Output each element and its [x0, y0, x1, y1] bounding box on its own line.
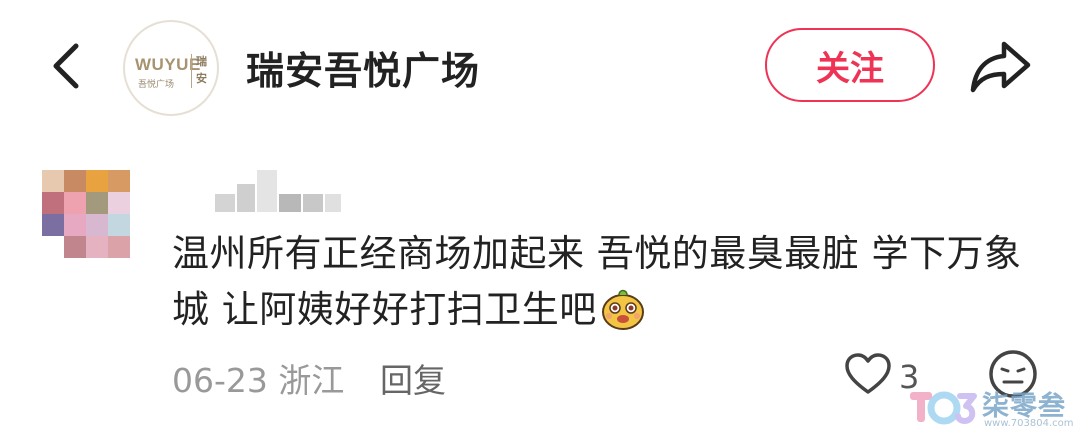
watermark-url: www.703804.com	[984, 418, 1074, 429]
comment-body: 温州所有正经商场加起来 吾悦的最臭最脏 学下万象城 让阿姨好好打扫卫生吧	[172, 232, 1022, 331]
logo-city-text: 瑞安	[196, 55, 207, 85]
heart-icon[interactable]	[844, 352, 892, 396]
logo-sub-text: 吾悦广场	[138, 80, 175, 90]
comment-text: 温州所有正经商场加起来 吾悦的最臭最脏 学下万象城 让阿姨好好打扫卫生吧	[172, 226, 1032, 338]
watermark-logo-icon	[910, 391, 977, 425]
share-icon[interactable]	[968, 38, 1034, 96]
commenter-username[interactable]	[175, 170, 355, 216]
follow-button[interactable]: 关注	[765, 28, 935, 102]
watermark: 柒零叁 www.703804.com	[908, 384, 1078, 434]
account-name[interactable]: 瑞安吾悦广场	[246, 40, 480, 95]
smiling-mascot-emoji-icon	[601, 289, 644, 330]
reply-button[interactable]: 回复	[380, 354, 446, 402]
header-bar: WUYUE 吾悦广场 瑞安 瑞安吾悦广场 关注	[0, 0, 1080, 135]
comment-card: WUYUE 吾悦广场 瑞安 瑞安吾悦广场 关注 温州所有正经商场加起来 吾悦的最…	[0, 0, 1080, 436]
logo-divider	[191, 54, 192, 88]
back-arrow-icon[interactable]	[44, 40, 88, 92]
account-avatar[interactable]: WUYUE 吾悦广场 瑞安	[123, 20, 219, 116]
commenter-avatar[interactable]	[42, 170, 130, 258]
comment-date-location: 06-23 浙江	[172, 361, 345, 400]
